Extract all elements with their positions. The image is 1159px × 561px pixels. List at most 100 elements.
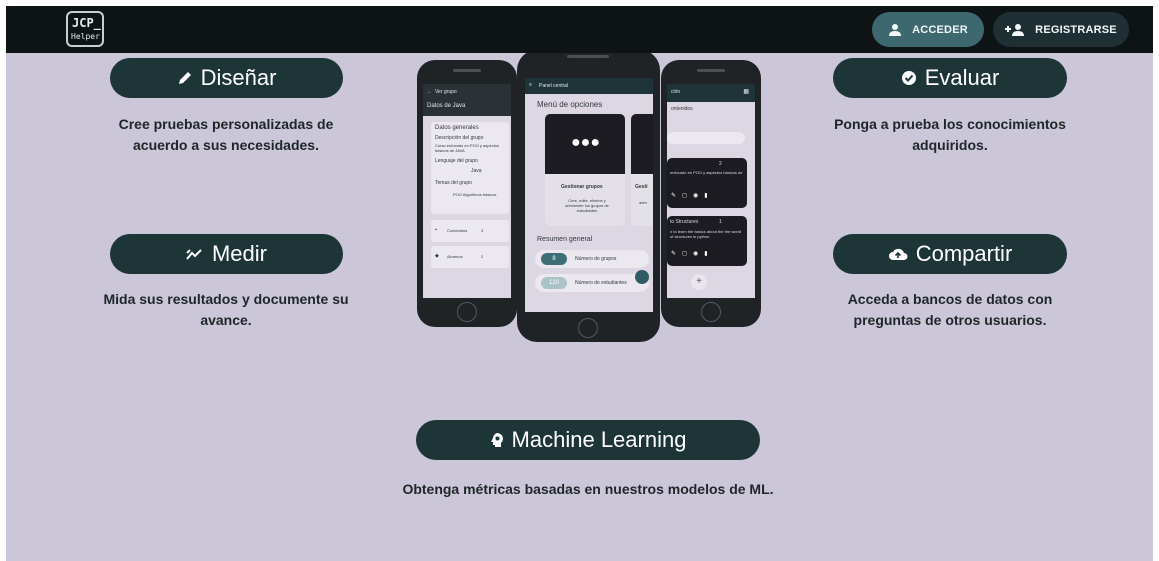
design-feature-pill: Diseñar bbox=[110, 58, 343, 98]
manage-groups-card[interactable]: ●●● Gestionar grupos Cree, edite, elimin… bbox=[545, 114, 625, 226]
right-appbar: ción ▦ bbox=[667, 84, 755, 102]
second-option-image bbox=[631, 114, 653, 174]
content-card-1-meta: 2 bbox=[719, 161, 722, 167]
left-title: Datos de Java bbox=[427, 103, 466, 109]
students-label: Alumnos bbox=[447, 254, 463, 259]
register-button[interactable]: REGISTRARSE bbox=[993, 12, 1129, 47]
right-subtitle: ontenidos bbox=[671, 106, 693, 112]
evaluate-title: Evaluar bbox=[924, 65, 1000, 90]
notifications-fab[interactable] bbox=[635, 270, 649, 284]
topics-label: Temas del grupo bbox=[435, 180, 472, 186]
grid-icon[interactable]: ▦ bbox=[743, 88, 749, 95]
second-option-card[interactable]: Gesti adm bbox=[631, 114, 653, 226]
design-description-line2: acuerdo a sus necesidades. bbox=[133, 137, 319, 153]
share-title: Compartir bbox=[915, 241, 1013, 266]
left-phone: ← Ver grupo Datos de Java Datos generale… bbox=[417, 60, 517, 327]
group-icon: ●●● bbox=[571, 134, 600, 151]
evaluate-description-line1: Ponga a prueba los conocimientos bbox=[834, 116, 1066, 132]
measure-title: Medir bbox=[211, 241, 267, 266]
content-card-1-actions[interactable]: ✎◻◉▮ bbox=[671, 192, 714, 199]
home-button bbox=[701, 302, 721, 322]
share-description: Acceda a bancos de datos con preguntas d… bbox=[800, 289, 1100, 331]
hamburger-menu-icon[interactable]: ≡ bbox=[529, 82, 532, 88]
second-option-title: Gesti bbox=[635, 184, 648, 190]
contents-count: 3 bbox=[481, 228, 484, 233]
description-value: Curso enfocado en POO y aspectos básicos… bbox=[435, 143, 500, 153]
app-logo[interactable]: JCP_ Helper bbox=[66, 11, 104, 47]
content-card-1[interactable]: enfocado en POO y aspectos básicos de 2 … bbox=[667, 158, 747, 208]
share-feature-pill: Compartir bbox=[833, 234, 1067, 274]
center-phone: ≡ Panel central Menú de opciones ●●● Ges… bbox=[517, 50, 660, 342]
evaluate-description: Ponga a prueba los conocimientos adquiri… bbox=[800, 114, 1100, 156]
measure-feature-pill: Medir bbox=[110, 234, 343, 274]
manage-groups-desc: Cree, edite, elimine y administre los gr… bbox=[565, 198, 609, 213]
ml-feature-pill: Machine Learning bbox=[416, 420, 760, 460]
content-card-2-meta: 1 bbox=[719, 219, 722, 225]
login-button[interactable]: ACCEDER bbox=[872, 12, 984, 47]
manage-groups-image: ●●● bbox=[545, 114, 625, 174]
evaluate-description-line2: adquiridos. bbox=[912, 137, 988, 153]
register-label: REGISTRARSE bbox=[1035, 23, 1117, 36]
add-content-button[interactable]: + bbox=[691, 274, 707, 290]
students-count: 2 bbox=[481, 254, 484, 259]
content-card-2-text: n to learn the basics about the the worl… bbox=[670, 229, 741, 239]
language-label: Lenguaje del grupo bbox=[435, 158, 478, 164]
center-nav-label: Panel central bbox=[539, 83, 569, 89]
phone-speaker bbox=[567, 55, 609, 58]
right-search-field[interactable] bbox=[667, 132, 745, 144]
menu-title: Menú de opciones bbox=[537, 100, 603, 109]
content-card-2-label: to Structures bbox=[670, 219, 699, 225]
groups-stat-value: 8 bbox=[541, 253, 567, 265]
share-description-line1: Acceda a bancos de datos con bbox=[847, 291, 1053, 307]
brain-icon bbox=[490, 432, 504, 448]
measure-description-line1: Mida sus resultados y documente su bbox=[103, 291, 349, 307]
contents-icon: ▪ bbox=[435, 227, 437, 233]
back-arrow-icon: ← bbox=[427, 89, 432, 95]
login-label: ACCEDER bbox=[912, 23, 968, 36]
general-data-heading: Datos generales bbox=[435, 125, 479, 131]
landing-page: JCP_ Helper ACCEDER REGISTRARSE Diseñar … bbox=[6, 6, 1153, 561]
design-description-line1: Cree pruebas personalizadas de bbox=[118, 116, 334, 132]
content-card-2[interactable]: to Structures 1 n to learn the basics ab… bbox=[667, 216, 747, 266]
manage-groups-title: Gestionar grupos bbox=[561, 184, 603, 190]
center-appbar: ≡ Panel central bbox=[525, 78, 653, 94]
person-add-icon bbox=[1005, 23, 1025, 36]
content-card-1-text: enfocado en POO y aspectos básicos de bbox=[670, 170, 743, 175]
ml-description: Obtenga métricas basadas en nuestros mod… bbox=[402, 481, 774, 497]
design-description: Cree pruebas personalizadas de acuerdo a… bbox=[76, 114, 376, 156]
home-button bbox=[578, 318, 598, 338]
students-stat-value: 120 bbox=[541, 277, 567, 289]
right-phone-screen: ción ▦ ontenidos enfocado en POO y aspec… bbox=[667, 84, 755, 298]
description-label: Descripción del grupo bbox=[435, 135, 484, 141]
topic-chip[interactable]: POO Algoritmos básicos bbox=[453, 192, 496, 197]
check-circle-icon bbox=[901, 70, 917, 86]
right-nav-label: ción bbox=[671, 89, 681, 95]
students-stat-label: Número de estudiantes bbox=[575, 280, 627, 286]
measure-description: Mida sus resultados y documente su avanc… bbox=[76, 289, 376, 331]
groups-stat-label: Número de grupos bbox=[575, 256, 617, 262]
phone-speaker bbox=[453, 69, 481, 72]
logo-line1: JCP_ bbox=[72, 16, 101, 30]
left-nav-label: Ver grupo bbox=[435, 89, 457, 95]
groups-stat: 8 Número de grupos bbox=[535, 250, 649, 268]
top-navbar: JCP_ Helper ACCEDER REGISTRARSE bbox=[6, 6, 1153, 53]
center-phone-screen: ≡ Panel central Menú de opciones ●●● Ges… bbox=[525, 78, 653, 312]
design-title: Diseñar bbox=[200, 65, 277, 90]
language-value: Java bbox=[471, 168, 482, 174]
students-row[interactable]: ◆ Alumnos 2 bbox=[431, 246, 509, 268]
content-card-2-actions[interactable]: ✎◻◉▮ bbox=[671, 250, 714, 257]
right-phone: ción ▦ ontenidos enfocado en POO y aspec… bbox=[661, 60, 761, 327]
phone-speaker bbox=[697, 69, 725, 72]
measure-description-line2: avance. bbox=[200, 312, 252, 328]
left-appbar: ← Ver grupo Datos de Java bbox=[423, 84, 511, 116]
ml-title: Machine Learning bbox=[511, 427, 687, 452]
general-data-card: Datos generales Descripción del grupo Cu… bbox=[431, 122, 509, 214]
logo-line2: Helper bbox=[71, 32, 100, 41]
cloud-upload-icon bbox=[888, 247, 908, 261]
contents-row[interactable]: ▪ Contenidos 3 bbox=[431, 220, 509, 242]
home-button bbox=[457, 302, 477, 322]
trend-icon bbox=[186, 247, 204, 261]
summary-title: Resumen general bbox=[537, 236, 593, 243]
person-icon bbox=[889, 23, 902, 36]
second-option-desc: adm bbox=[639, 200, 647, 205]
